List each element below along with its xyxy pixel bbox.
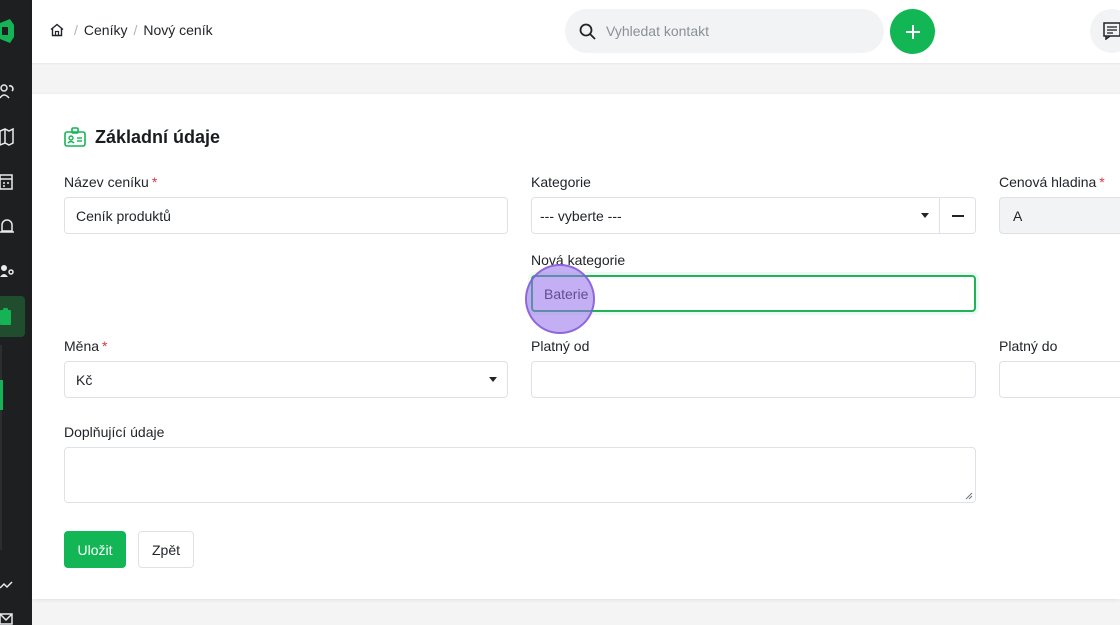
breadcrumb-item-current: Nový ceník <box>143 22 213 38</box>
breadcrumb-separator: / <box>133 22 138 38</box>
breadcrumb-item-pricelists[interactable]: Ceníky <box>84 22 128 38</box>
search-input[interactable] <box>606 23 856 39</box>
add-button[interactable] <box>890 9 935 54</box>
chart-icon[interactable] <box>0 575 14 597</box>
currency-select-value: Kč <box>76 371 93 388</box>
new-category-label: Nová kategorie <box>531 252 625 268</box>
valid-to-label: Platný do <box>999 338 1057 354</box>
breadcrumb-separator: / <box>74 22 78 38</box>
back-button[interactable]: Zpět <box>138 531 194 568</box>
sidebar-submenu-indicator <box>0 380 3 410</box>
bell-icon[interactable] <box>0 216 14 238</box>
new-category-label-text: Nová kategorie <box>531 252 626 268</box>
category-label-text: Kategorie <box>531 174 591 190</box>
name-label-text: Název ceníku <box>64 174 149 190</box>
notes-label-text: Doplňující údaje <box>64 424 165 440</box>
valid-to-field[interactable] <box>999 361 1120 398</box>
logo-icon[interactable] <box>0 19 14 43</box>
category-label: Kategorie <box>531 174 591 190</box>
home-icon[interactable] <box>50 23 64 37</box>
user-key-icon[interactable] <box>0 261 14 283</box>
id-card-icon <box>64 126 86 148</box>
name-field-value: Ceník produktů <box>76 207 171 224</box>
minus-icon <box>951 214 964 217</box>
chevron-down-icon <box>489 377 497 382</box>
contact-search[interactable] <box>565 9 884 53</box>
section-title: Základní údaje <box>64 126 220 148</box>
mail-icon[interactable] <box>0 608 14 625</box>
breadcrumb: / Ceníky / Nový ceník <box>50 22 213 38</box>
search-icon <box>578 22 596 40</box>
valid-from-label: Platný od <box>531 338 589 354</box>
valid-from-label-text: Platný od <box>531 338 590 354</box>
valid-from-field[interactable] <box>531 361 976 398</box>
price-level-field-value: A <box>1013 207 1023 224</box>
form-card: Základní údaje Název ceníku * Ceník produ… <box>32 94 1120 599</box>
resize-grip-icon[interactable] <box>965 492 973 500</box>
required-mark: * <box>151 174 158 190</box>
remove-category-button[interactable] <box>940 197 976 234</box>
notes-label: Doplňující údaje <box>64 424 164 440</box>
sidebar <box>0 0 32 625</box>
currency-label: Měna * <box>64 338 107 354</box>
plus-icon <box>905 24 920 39</box>
section-title-text: Základní údaje <box>95 126 221 147</box>
top-header: / Ceníky / Nový ceník <box>32 0 1120 63</box>
map-icon[interactable] <box>0 126 14 148</box>
price-level-label-text: Cenová hladina <box>999 174 1097 190</box>
required-mark: * <box>1099 174 1105 190</box>
pricelist-icon[interactable] <box>0 306 14 328</box>
currency-select[interactable]: Kč <box>64 361 508 398</box>
valid-to-label-text: Platný do <box>999 338 1058 354</box>
new-category-field-value: Baterie <box>544 285 589 302</box>
messages-button[interactable] <box>1090 9 1120 53</box>
required-mark: * <box>102 338 108 354</box>
name-field[interactable]: Ceník produktů <box>64 197 508 234</box>
currency-label-text: Měna <box>64 338 100 354</box>
notes-textarea[interactable] <box>64 447 976 503</box>
sidebar-submenu-rule <box>0 345 2 550</box>
new-category-field[interactable]: Baterie <box>531 275 976 312</box>
message-icon <box>1103 22 1120 40</box>
category-select-value: --- vyberte --- <box>540 207 622 224</box>
calendar-icon[interactable] <box>0 171 14 193</box>
users-icon[interactable] <box>0 81 14 103</box>
name-label: Název ceníku * <box>64 174 157 190</box>
save-button[interactable]: Uložit <box>64 531 126 568</box>
category-select[interactable]: --- vyberte --- <box>531 197 940 234</box>
chevron-down-icon <box>921 213 929 218</box>
price-level-field[interactable]: A <box>999 197 1120 234</box>
price-level-label: Cenová hladina * <box>999 174 1105 190</box>
